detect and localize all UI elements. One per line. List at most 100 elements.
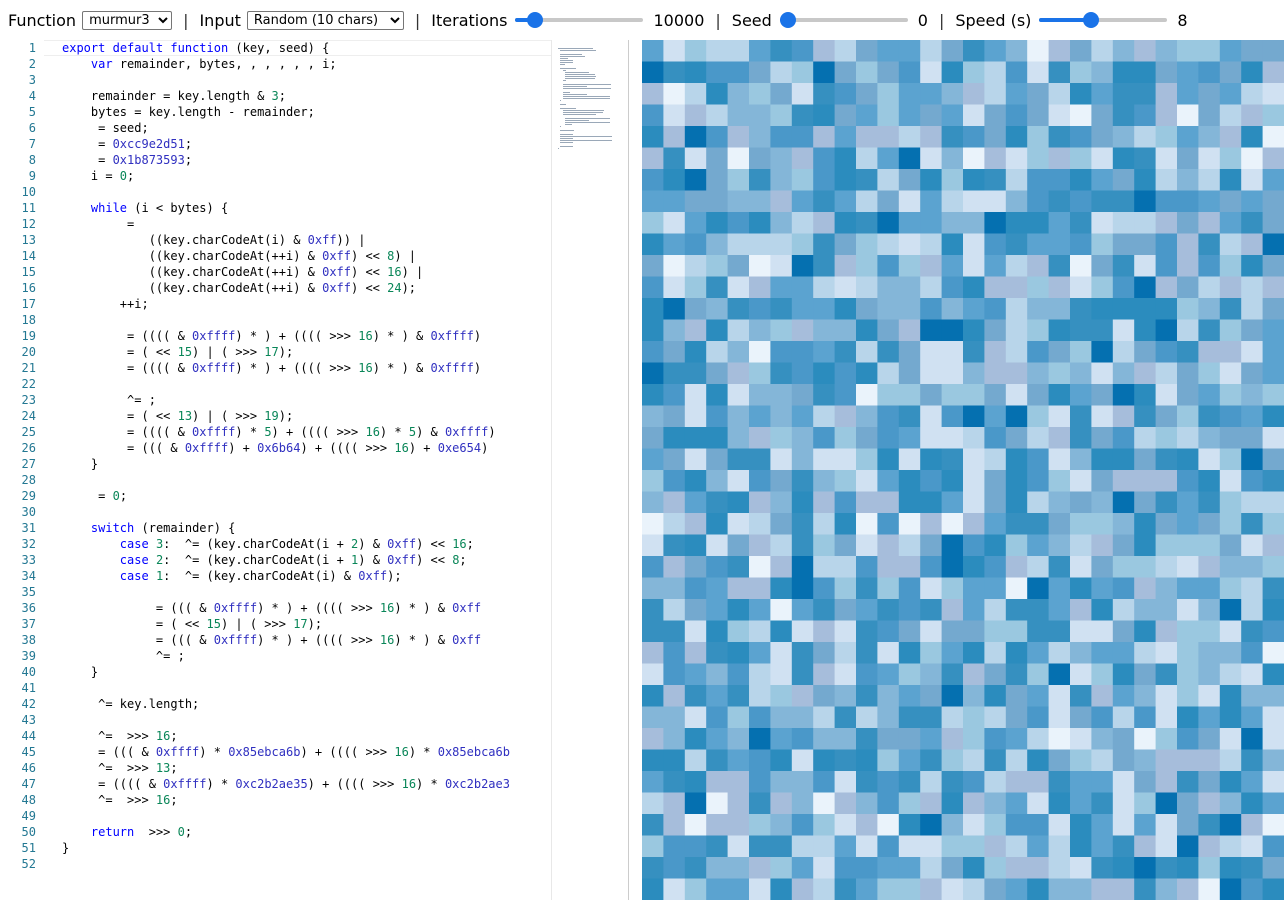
code-line[interactable]: = 0xcc9e2d51; xyxy=(62,136,551,152)
hash-cell xyxy=(984,728,1007,750)
iterations-slider[interactable] xyxy=(515,12,644,28)
code-minimap[interactable] xyxy=(551,40,629,900)
code-line[interactable]: var remainder, bytes, , , , , , i; xyxy=(62,56,551,72)
code-line[interactable]: ^= >>> 16; xyxy=(62,728,551,744)
code-line[interactable]: = 0x1b873593; xyxy=(62,152,551,168)
pane-divider[interactable] xyxy=(628,40,629,900)
code-line[interactable]: ^= ; xyxy=(62,392,551,408)
slider-thumb[interactable] xyxy=(779,12,796,28)
code-line[interactable]: case 2: ^= (key.charCodeAt(i + 1) & 0xff… xyxy=(62,552,551,568)
code-content[interactable]: export default function (key, seed) { va… xyxy=(62,40,551,872)
code-line[interactable] xyxy=(62,184,551,200)
code-line[interactable]: ((key.charCodeAt(++i) & 0xff) << 16) | xyxy=(62,264,551,280)
code-line[interactable] xyxy=(62,504,551,520)
hash-cell xyxy=(684,878,707,900)
code-line[interactable]: = xyxy=(62,216,551,232)
hash-cell xyxy=(941,835,964,858)
code-line[interactable]: = 0; xyxy=(62,488,551,504)
hash-cell xyxy=(1177,448,1199,471)
code-line[interactable]: = (((( & 0xffff) * ) + (((( >>> 16) * ) … xyxy=(62,360,551,376)
hash-cell xyxy=(749,491,771,514)
seed-slider[interactable] xyxy=(779,12,908,28)
slider-thumb[interactable] xyxy=(526,12,543,28)
minimap-line xyxy=(560,54,582,55)
code-line[interactable]: case 1: ^= (key.charCodeAt(i) & 0xff); xyxy=(62,568,551,584)
hash-cell xyxy=(1262,814,1284,836)
code-line[interactable] xyxy=(62,808,551,824)
hash-cell xyxy=(770,169,793,191)
code-line[interactable]: ((key.charCodeAt(i) & 0xff)) | xyxy=(62,232,551,248)
code-line[interactable]: } xyxy=(62,664,551,680)
code-line[interactable]: = ((( & 0xffff) * 0x85ebca6b) + (((( >>>… xyxy=(62,744,551,760)
separator: | xyxy=(414,10,421,30)
hash-cell xyxy=(813,298,836,320)
code-line[interactable]: = ( << 15) | ( >>> 17); xyxy=(62,616,551,632)
code-line[interactable] xyxy=(62,72,551,88)
code-line[interactable]: = ( << 15) | ( >>> 17); xyxy=(62,344,551,360)
hash-cell xyxy=(813,857,836,879)
hash-cell xyxy=(877,534,900,557)
code-line[interactable]: = (((( & 0xffff) * 5) + (((( >>> 16) * 5… xyxy=(62,424,551,440)
code-line[interactable]: = (((( & 0xffff) * 0xc2b2ae35) + (((( >>… xyxy=(62,776,551,792)
hash-cell xyxy=(898,384,921,406)
code-line[interactable]: = ((( & 0xffff) + 0x6b64) + (((( >>> 16)… xyxy=(62,440,551,456)
hash-cell xyxy=(920,190,943,213)
line-number: 38 xyxy=(21,633,36,647)
code-line[interactable] xyxy=(62,376,551,392)
hash-cell xyxy=(834,126,857,148)
hash-cell xyxy=(963,620,985,643)
code-line[interactable] xyxy=(62,856,551,872)
input-select[interactable]: Random (10 chars) xyxy=(246,10,404,30)
code-line[interactable]: } xyxy=(62,456,551,472)
hash-cell xyxy=(706,341,729,363)
code-line[interactable]: while (i < bytes) { xyxy=(62,200,551,216)
code-line[interactable]: ^= key.length; xyxy=(62,696,551,712)
code-line[interactable]: ((key.charCodeAt(++i) & 0xff) << 8) | xyxy=(62,248,551,264)
hash-cell xyxy=(1091,577,1114,600)
code-line[interactable] xyxy=(62,584,551,600)
code-line[interactable]: } xyxy=(62,840,551,856)
line-number: 39 xyxy=(21,649,36,663)
code-line[interactable]: remainder = key.length & 3; xyxy=(62,88,551,104)
hash-cell xyxy=(770,147,793,170)
code-line[interactable]: ((key.charCodeAt(++i) & 0xff) << 24); xyxy=(62,280,551,296)
hash-cell xyxy=(1177,40,1199,62)
hash-cell xyxy=(1048,534,1071,557)
code-line[interactable]: ^= ; xyxy=(62,648,551,664)
hash-cell xyxy=(642,212,664,234)
hash-cell xyxy=(898,147,921,170)
code-line[interactable]: ^= >>> 16; xyxy=(62,792,551,808)
code-line[interactable]: = seed; xyxy=(62,120,551,136)
hash-cell xyxy=(1005,104,1028,127)
hash-cell xyxy=(898,61,921,84)
code-line[interactable]: = ((( & 0xffff) * ) + (((( >>> 16) * ) &… xyxy=(62,600,551,616)
code-line[interactable]: i = 0; xyxy=(62,168,551,184)
code-line[interactable]: case 3: ^= (key.charCodeAt(i + 2) & 0xff… xyxy=(62,536,551,552)
hash-cell xyxy=(663,427,686,449)
code-line[interactable] xyxy=(62,680,551,696)
code-line[interactable]: export default function (key, seed) { xyxy=(62,40,551,56)
hash-cell xyxy=(749,857,771,879)
code-line[interactable]: = ( << 13) | ( >>> 19); xyxy=(62,408,551,424)
code-line[interactable]: ++i; xyxy=(62,296,551,312)
hash-cell xyxy=(920,384,943,406)
code-line[interactable] xyxy=(62,312,551,328)
hash-cell xyxy=(770,577,793,600)
code-line[interactable] xyxy=(62,472,551,488)
hash-cell xyxy=(1048,792,1071,815)
line-number: 4 xyxy=(28,89,36,103)
slider-thumb[interactable] xyxy=(1083,12,1100,28)
code-line[interactable]: bytes = key.length - remainder; xyxy=(62,104,551,120)
code-line[interactable]: = ((( & 0xffff) * ) + (((( >>> 16) * ) &… xyxy=(62,632,551,648)
speed-slider[interactable] xyxy=(1039,12,1168,28)
code-line[interactable]: return >>> 0; xyxy=(62,824,551,840)
code-editor[interactable]: 1 2 3 4 5 6 7 8 9 10 11 12 13 14 15 16 17 18 19 20 21 22 23 24 2… xyxy=(0,40,551,900)
hash-cell xyxy=(1198,233,1221,256)
function-select[interactable]: murmur3 xyxy=(82,10,173,30)
hash-cell xyxy=(663,814,686,836)
code-line[interactable]: switch (remainder) { xyxy=(62,520,551,536)
code-line[interactable]: = (((( & 0xffff) * ) + (((( >>> 16) * ) … xyxy=(62,328,551,344)
code-line[interactable] xyxy=(62,712,551,728)
code-line[interactable]: ^= >>> 13; xyxy=(62,760,551,776)
hash-cell xyxy=(1070,685,1092,707)
